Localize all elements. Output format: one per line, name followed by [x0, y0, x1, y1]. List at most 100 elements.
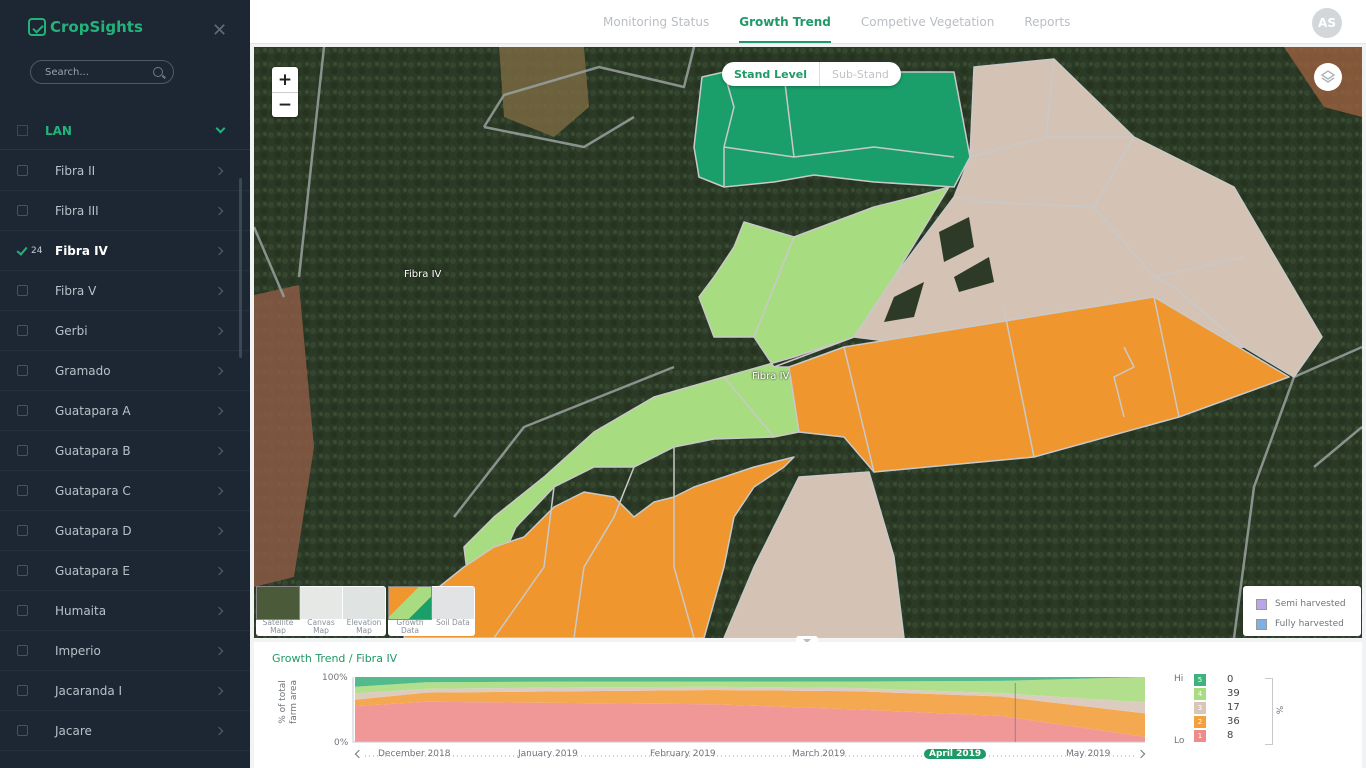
- chevron-right-icon[interactable]: [214, 246, 224, 255]
- sidebar-item-gramado[interactable]: Gramado: [0, 351, 250, 391]
- class-swatch: 1: [1194, 730, 1206, 742]
- stand-level-button[interactable]: Stand Level: [722, 62, 821, 86]
- canvas-map-thumb: [300, 587, 342, 619]
- sidebar: CropSights ✕ LAN Fibra IIFibra III24Fibr…: [0, 0, 250, 768]
- item-checkbox[interactable]: [17, 485, 28, 496]
- item-checkbox[interactable]: [17, 245, 28, 256]
- close-sidebar-icon[interactable]: ✕: [212, 20, 227, 41]
- item-checkbox[interactable]: [17, 445, 28, 456]
- month-0[interactable]: December 2018: [378, 749, 450, 759]
- sidebar-item-fibra-iv[interactable]: 24 Fibra IV: [0, 231, 250, 271]
- brand[interactable]: CropSights: [28, 18, 143, 36]
- sidebar-item-jacare[interactable]: Jacare: [0, 711, 250, 751]
- month-4[interactable]: April 2019: [924, 749, 987, 759]
- chevron-right-icon[interactable]: [214, 726, 224, 735]
- class-value: 0: [1227, 674, 1234, 685]
- growth-data-option[interactable]: Growth Data: [388, 586, 432, 635]
- chevron-right-icon[interactable]: [214, 366, 224, 375]
- chevron-right-icon[interactable]: [214, 526, 224, 535]
- sidebar-item-fibra-ii[interactable]: Fibra II: [0, 151, 250, 191]
- sidebar-item-humaita[interactable]: Humaita: [0, 591, 250, 631]
- chevron-right-icon[interactable]: [214, 206, 224, 215]
- chevron-right-icon[interactable]: [214, 166, 224, 175]
- item-label: Gerbi: [55, 323, 88, 338]
- item-checkbox[interactable]: [17, 645, 28, 656]
- chevron-right-icon[interactable]: [214, 286, 224, 295]
- item-checkbox[interactable]: [17, 165, 28, 176]
- chevron-right-icon[interactable]: [214, 646, 224, 655]
- class-value: 8: [1227, 730, 1234, 741]
- hi-label: Hi: [1174, 674, 1184, 684]
- chevron-right-icon[interactable]: [214, 686, 224, 695]
- chevron-right-icon[interactable]: [214, 566, 224, 575]
- item-label: Guatapara D: [55, 523, 132, 538]
- item-checkbox[interactable]: [17, 525, 28, 536]
- search-input[interactable]: [45, 66, 145, 78]
- item-checkbox[interactable]: [17, 405, 28, 416]
- class-swatch: 3: [1194, 702, 1206, 714]
- item-checkbox[interactable]: [17, 285, 28, 296]
- chevron-right-icon[interactable]: [214, 326, 224, 335]
- map-view[interactable]: + − Stand Level Sub-Stand Fibra IV Fibra…: [254, 47, 1362, 638]
- item-label: Imperio: [55, 643, 101, 658]
- farm-list: Fibra II Fibra III 24 Fibra IV Fibra V Gerbi G…: [0, 151, 250, 751]
- canvas-map-option[interactable]: Canvas Map: [300, 587, 342, 635]
- lo-label: Lo: [1174, 736, 1185, 746]
- canvas-map-label: Canvas Map: [307, 618, 335, 635]
- group-header-lan[interactable]: LAN: [0, 112, 250, 150]
- item-checkbox[interactable]: [17, 565, 28, 576]
- elevation-map-thumb: [343, 587, 385, 619]
- satellite-map-option[interactable]: Satellite Map: [256, 586, 300, 635]
- item-count: 24: [31, 245, 43, 256]
- zoom-out-button[interactable]: −: [272, 92, 298, 117]
- sidebar-item-fibra-v[interactable]: Fibra V: [0, 271, 250, 311]
- item-checkbox[interactable]: [17, 205, 28, 216]
- sidebar-item-guatapara-d[interactable]: Guatapara D: [0, 511, 250, 551]
- sidebar-scrollbar[interactable]: [239, 178, 242, 358]
- sidebar-item-guatapara-c[interactable]: Guatapara C: [0, 471, 250, 511]
- search-icon[interactable]: [153, 67, 163, 77]
- zoom-in-button[interactable]: +: [272, 67, 298, 92]
- tab-reports[interactable]: Reports: [1009, 0, 1085, 44]
- data-layer-group: Growth Data Soil Data: [388, 586, 475, 636]
- sidebar-item-fibra-iii[interactable]: Fibra III: [0, 191, 250, 231]
- soil-data-thumb: [432, 587, 474, 619]
- tab-growth-trend[interactable]: Growth Trend: [724, 0, 846, 44]
- percent-unit: %: [1273, 705, 1284, 715]
- sidebar-item-gerbi[interactable]: Gerbi: [0, 311, 250, 351]
- item-checkbox[interactable]: [17, 725, 28, 736]
- chevron-right-icon[interactable]: [214, 486, 224, 495]
- sidebar-item-jacaranda-i[interactable]: Jacaranda I: [0, 671, 250, 711]
- item-checkbox[interactable]: [17, 605, 28, 616]
- brand-name: CropSights: [50, 18, 143, 36]
- month-3[interactable]: March 2019: [792, 749, 845, 759]
- month-1[interactable]: January 2019: [518, 749, 578, 759]
- sidebar-item-imperio[interactable]: Imperio: [0, 631, 250, 671]
- chevron-right-icon[interactable]: [214, 446, 224, 455]
- sub-stand-button[interactable]: Sub-Stand: [820, 62, 901, 86]
- class-swatch: 5: [1194, 674, 1206, 686]
- group-checkbox[interactable]: [17, 125, 28, 136]
- chevron-down-icon[interactable]: [215, 123, 226, 134]
- item-label: Guatapara E: [55, 563, 130, 578]
- sidebar-item-guatapara-e[interactable]: Guatapara E: [0, 551, 250, 591]
- chevron-right-icon[interactable]: [214, 606, 224, 615]
- tab-monitoring-status[interactable]: Monitoring Status: [588, 0, 724, 44]
- chevron-right-icon[interactable]: [214, 406, 224, 415]
- soil-data-option[interactable]: Soil Data: [432, 587, 474, 635]
- layers-button[interactable]: [1314, 63, 1342, 91]
- tab-competive-vegetation[interactable]: Competive Vegetation: [846, 0, 1009, 44]
- group-label: LAN: [45, 123, 72, 138]
- avatar[interactable]: AS: [1312, 8, 1342, 38]
- item-checkbox[interactable]: [17, 325, 28, 336]
- item-checkbox[interactable]: [17, 365, 28, 376]
- item-checkbox[interactable]: [17, 685, 28, 696]
- growth-data-label: Growth Data: [396, 618, 424, 635]
- sidebar-item-guatapara-b[interactable]: Guatapara B: [0, 431, 250, 471]
- sidebar-item-guatapara-a[interactable]: Guatapara A: [0, 391, 250, 431]
- month-2[interactable]: February 2019: [650, 749, 716, 759]
- item-label: Jacare: [55, 723, 92, 738]
- month-5[interactable]: May 2019: [1066, 749, 1110, 759]
- elevation-map-option[interactable]: Elevation Map: [343, 587, 385, 635]
- map-canvas[interactable]: [254, 47, 1362, 638]
